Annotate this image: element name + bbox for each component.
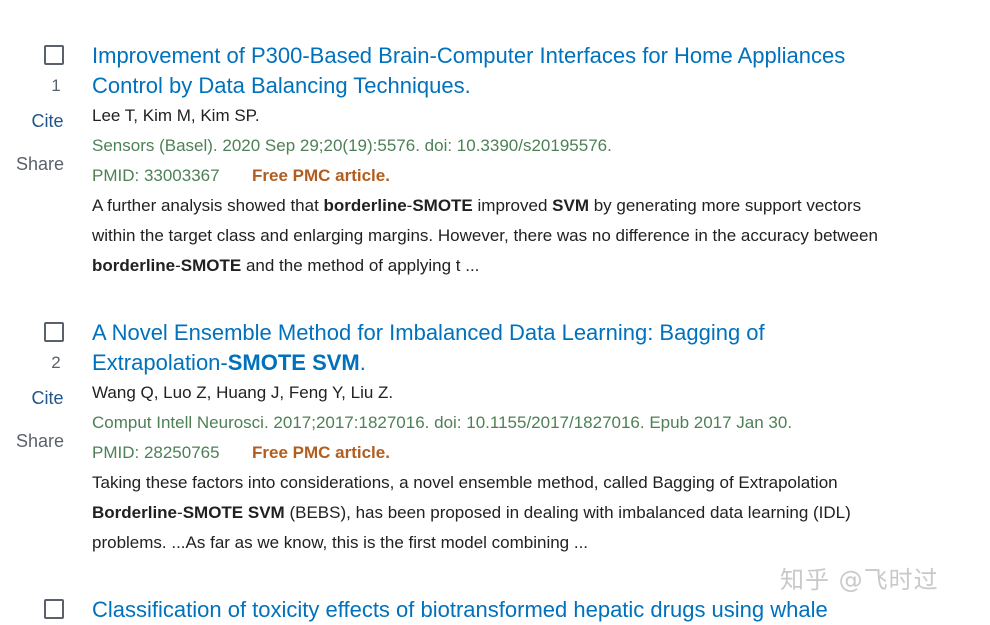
result-title-link[interactable]: Classification of toxicity effects of bi…	[92, 595, 922, 625]
title-line: Classification of toxicity effects of bi…	[92, 597, 828, 622]
cite-button[interactable]: Cite	[0, 388, 95, 409]
result-select-checkbox[interactable]	[44, 599, 64, 619]
title-line: Extrapolation-SMOTE SVM.	[92, 350, 366, 375]
result-select-checkbox[interactable]	[44, 322, 64, 342]
result-snippet: A further analysis showed that borderlin…	[92, 196, 878, 275]
result-title-link[interactable]: Improvement of P300-Based Brain-Computer…	[92, 41, 922, 101]
share-button[interactable]: Share	[0, 431, 80, 452]
result-pmid-line: PMID: 33003367 Free PMC article.	[92, 161, 922, 191]
share-button[interactable]: Share	[0, 154, 80, 175]
result-pmid: PMID: 33003367	[92, 166, 220, 185]
result-pmid-line: PMID: 28250765 Free PMC article.	[92, 438, 922, 468]
result-authors: Lee T, Kim M, Kim SP.	[92, 106, 260, 125]
cite-button[interactable]: Cite	[0, 111, 95, 132]
result-select-checkbox[interactable]	[44, 45, 64, 65]
result-journal-citation: Comput Intell Neurosci. 2017;2017:182701…	[92, 413, 793, 432]
title-line: Improvement of P300-Based Brain-Computer…	[92, 43, 846, 68]
watermark: 知乎 @飞时过	[780, 566, 939, 594]
result-journal-citation: Sensors (Basel). 2020 Sep 29;20(19):5576…	[92, 136, 612, 155]
result-content: Classification of toxicity effects of bi…	[92, 595, 922, 625]
result-snippet: Taking these factors into considerations…	[92, 473, 851, 552]
result-content: Improvement of P300-Based Brain-Computer…	[92, 41, 922, 281]
result-pmid: PMID: 28250765	[92, 443, 220, 462]
result-content: A Novel Ensemble Method for Imbalanced D…	[92, 318, 922, 558]
result-title-link[interactable]: A Novel Ensemble Method for Imbalanced D…	[92, 318, 922, 378]
free-pmc-badge: Free PMC article.	[252, 166, 390, 185]
free-pmc-badge: Free PMC article.	[252, 443, 390, 462]
result-authors: Wang Q, Luo Z, Huang J, Feng Y, Liu Z.	[92, 383, 394, 402]
title-line: Control by Data Balancing Techniques.	[92, 73, 471, 98]
title-line: A Novel Ensemble Method for Imbalanced D…	[92, 320, 765, 345]
